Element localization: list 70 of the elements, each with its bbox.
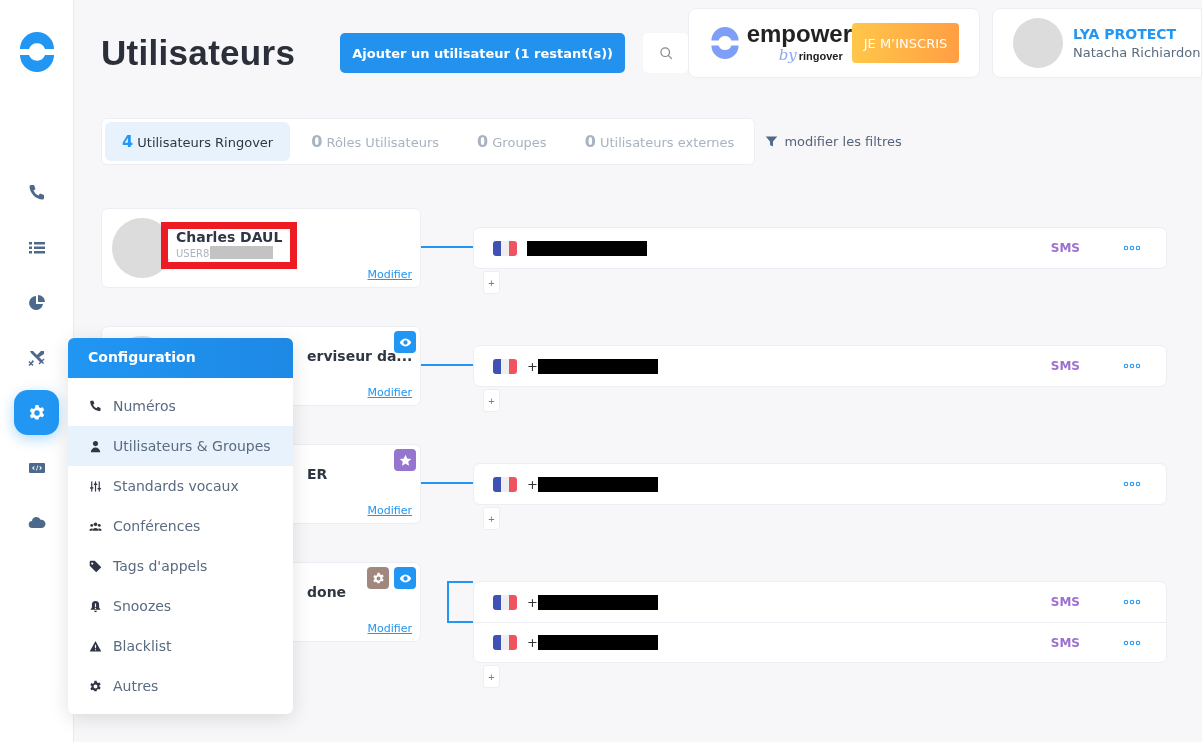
user-name: ER xyxy=(307,466,328,482)
connector-line xyxy=(421,482,473,484)
sms-label: SMS xyxy=(1050,595,1080,609)
user-name: Natacha Richiardon xyxy=(1073,45,1201,60)
user-name: Charles DAUL xyxy=(176,229,283,245)
menu-item[interactable]: Blacklist xyxy=(68,626,293,666)
france-flag-icon xyxy=(493,476,517,492)
signup-button[interactable]: JE M’INSCRIS xyxy=(852,23,959,63)
user-name: done xyxy=(307,584,347,600)
edit-link[interactable]: Modifier xyxy=(367,504,412,517)
add-number-button[interactable]: + xyxy=(483,507,500,530)
sms-label: SMS xyxy=(1050,635,1080,650)
menu-item[interactable]: Conférences xyxy=(68,506,293,546)
avatar xyxy=(1013,18,1063,68)
settings-icon xyxy=(89,679,102,693)
filter-icon xyxy=(765,135,779,148)
phone-icon[interactable] xyxy=(27,183,46,202)
crossed-swords-icon[interactable] xyxy=(27,348,46,367)
profile-card[interactable]: LYA PROTECT Natacha Richiardon xyxy=(992,8,1202,78)
tag-icon xyxy=(89,559,102,573)
edit-link[interactable]: Modifier xyxy=(367,386,412,399)
phone-prefix: + xyxy=(527,594,538,610)
france-flag-icon xyxy=(493,240,517,256)
france-flag-icon xyxy=(493,358,517,374)
sms-label: SMS xyxy=(1050,241,1080,255)
connector-line xyxy=(421,246,473,248)
user-name: erviseur da... xyxy=(307,348,413,364)
connector-line xyxy=(421,364,473,366)
settings-icon xyxy=(27,403,46,422)
search-field[interactable] xyxy=(643,33,688,73)
brand-name: empower xyxy=(746,22,852,46)
settings-button[interactable] xyxy=(14,390,59,435)
byline-script: by xyxy=(778,46,797,64)
page-title: Utilisateurs xyxy=(101,33,296,73)
menu-item[interactable]: Snoozes xyxy=(68,586,293,626)
edit-link[interactable]: Modifier xyxy=(367,268,412,281)
pie-chart-icon[interactable] xyxy=(27,293,46,312)
logo-icon xyxy=(708,27,741,59)
france-flag-icon xyxy=(493,594,517,610)
france-flag-icon xyxy=(493,635,517,650)
redaction-block xyxy=(210,245,274,259)
edit-link[interactable]: Modifier xyxy=(367,622,412,635)
add-number-button[interactable]: + xyxy=(483,271,500,294)
add-user-button[interactable]: Ajouter un utilisateur (1 restant(s)) xyxy=(340,33,626,73)
tab[interactable]: 0 Groupes xyxy=(460,122,564,161)
menu-item[interactable]: Standards vocaux xyxy=(68,466,293,506)
bell-icon xyxy=(89,599,102,613)
filter-link[interactable]: modifier les filtres xyxy=(784,134,902,149)
phone-prefix: + xyxy=(527,635,538,650)
menu-item[interactable]: Numéros xyxy=(68,386,293,426)
tab[interactable]: 4 Utilisateurs Ringover xyxy=(105,122,291,161)
company-name: LYA PROTECT xyxy=(1073,26,1178,42)
tab[interactable]: 0 Utilisateurs externes xyxy=(567,122,752,161)
menu-item[interactable]: Utilisateurs & Groupes xyxy=(68,426,293,466)
menu-item[interactable]: Tags d'appels xyxy=(68,546,293,586)
warning-icon xyxy=(89,639,102,653)
tab[interactable]: 0 Rôles Utilisateurs xyxy=(294,122,456,161)
add-number-button[interactable]: + xyxy=(483,389,500,412)
user-login: USER8 xyxy=(176,248,210,259)
phone-prefix: + xyxy=(527,358,538,374)
phone-prefix: + xyxy=(527,476,538,492)
search-icon xyxy=(659,46,674,60)
byline-text: ringover xyxy=(798,50,843,62)
menu-item[interactable]: Autres xyxy=(68,666,293,706)
menu-header: Configuration xyxy=(68,338,293,378)
add-number-button[interactable]: + xyxy=(483,665,500,688)
sliders-icon xyxy=(89,479,102,493)
sms-label: SMS xyxy=(1050,359,1080,373)
phone-icon xyxy=(89,399,102,413)
user-icon xyxy=(89,439,102,453)
